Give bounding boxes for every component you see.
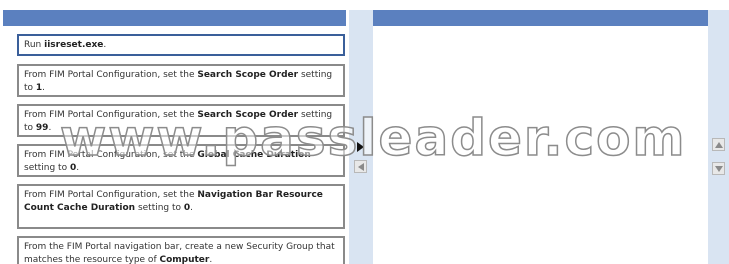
action-text-part: Search Scope Order (197, 70, 299, 80)
arrow-down-icon (714, 165, 723, 172)
action-text-part: From FIM Portal Configuration, set the (24, 150, 198, 160)
action-item-create-security-group[interactable]: From the FIM Portal navigation bar, crea… (17, 236, 345, 264)
move-buttons-strip (349, 10, 373, 264)
action-item-global-cache-duration[interactable]: From FIM Portal Configuration, set the G… (17, 144, 345, 177)
action-text-part: . (190, 202, 194, 213)
action-item-search-scope-order-1[interactable]: From FIM Portal Configuration, set the S… (17, 64, 345, 97)
action-item-search-scope-order-99[interactable]: From FIM Portal Configuration, set the S… (17, 104, 345, 137)
action-text-part: . (48, 122, 52, 133)
action-text-part: Search Scope Order (197, 110, 299, 120)
action-item-navigation-bar-cache-duration[interactable]: From FIM Portal Configuration, set the N… (17, 184, 345, 229)
action-text-part: . (103, 40, 107, 50)
action-text-part: From FIM Portal Configuration, set the (24, 110, 198, 120)
action-text-part: Global Cache Duration (197, 150, 311, 160)
reorder-buttons-strip (708, 10, 729, 264)
move-down-button[interactable] (712, 162, 725, 175)
available-actions-header (3, 10, 346, 26)
mouse-cursor-icon (357, 142, 364, 152)
move-left-button[interactable] (354, 160, 367, 173)
action-item-iisreset[interactable]: Run iisreset.exe. (17, 34, 345, 56)
arrow-left-icon (357, 162, 364, 171)
action-text-part: . (209, 254, 213, 264)
answer-area-pane[interactable] (373, 10, 708, 264)
action-text-part: setting to (135, 202, 184, 213)
action-text-part: From FIM Portal Configuration, set the (24, 70, 198, 80)
action-text-part: Computer (159, 254, 210, 264)
move-up-button[interactable] (712, 138, 725, 151)
arrow-up-icon (714, 141, 723, 148)
action-text-part: 99 (35, 122, 49, 133)
answer-area-header (373, 10, 708, 26)
action-text-part: From FIM Portal Configuration, set the (24, 190, 198, 200)
action-text-part: . (76, 162, 80, 173)
action-text-part: Run (24, 40, 45, 50)
action-text-part: . (42, 82, 46, 93)
action-text-part: iisreset.exe (44, 40, 104, 50)
available-actions-pane: Run iisreset.exe. From FIM Portal Config… (3, 10, 346, 264)
action-text-part: setting to (24, 162, 70, 173)
